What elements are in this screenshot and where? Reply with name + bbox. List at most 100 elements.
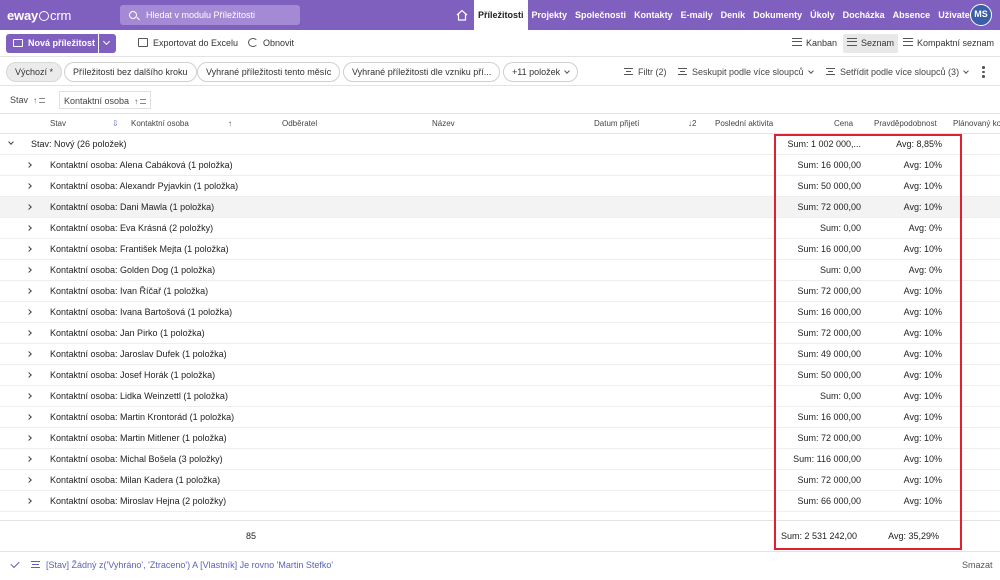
expand-chevron-icon[interactable] [26, 414, 32, 420]
list-item[interactable]: Kontaktní osoba: Dani Mawla (1 položka) … [0, 197, 1000, 218]
check-icon[interactable] [10, 558, 20, 569]
nav-projekty[interactable]: Projekty [528, 0, 572, 30]
column-header-posledni-aktivita[interactable]: Poslední aktivita [715, 114, 773, 134]
view-list-button[interactable]: Seznam [843, 34, 899, 53]
main-nav: Příležitosti Projekty Společnosti Kontak… [474, 0, 981, 30]
view-kanban-button[interactable]: Kanban [788, 34, 841, 53]
nav-dokumenty[interactable]: Dokumenty [749, 0, 806, 30]
filter-chip-no-next-step[interactable]: Příležitosti bez dalšího kroku [64, 62, 197, 82]
filter-chip-more-label: +11 položek [512, 67, 561, 77]
export-excel-button[interactable]: Exportovat do Excelu [138, 34, 238, 53]
list-item[interactable]: Kontaktní osoba: Michal Bošela (3 položk… [0, 449, 1000, 470]
group-by-button[interactable]: Seskupit podle více sloupců [678, 62, 814, 82]
list-item[interactable]: Kontaktní osoba: Lidka Weinzettl (1 polo… [0, 386, 1000, 407]
expand-chevron-icon[interactable] [26, 435, 32, 441]
compact-list-icon [903, 38, 913, 46]
expand-chevron-icon[interactable] [26, 204, 32, 210]
subgroup-avg: Avg: 10% [903, 181, 942, 191]
app-logo[interactable]: eway crm [7, 8, 71, 23]
expand-chevron-icon[interactable] [26, 477, 32, 483]
subgroup-label: Kontaktní osoba: Lidka Weinzettl (1 polo… [50, 391, 228, 401]
subgroup-sum: Sum: 116 000,00 [793, 454, 861, 464]
list-item[interactable]: Kontaktní osoba: Alena Cabáková (1 polož… [0, 155, 1000, 176]
filter-chip-won-by-origin[interactable]: Vyhrané příležitosti dle vzniku pří... [343, 62, 501, 82]
expand-chevron-icon[interactable] [26, 162, 32, 168]
list-item[interactable]: Kontaktní osoba: Jaroslav Dufek (1 polož… [0, 344, 1000, 365]
column-header-cena[interactable]: Cena [834, 114, 853, 134]
home-icon[interactable] [455, 8, 469, 22]
more-options-icon[interactable] [982, 66, 985, 78]
clear-filter-button[interactable]: Smazat [962, 552, 993, 580]
column-header-pravdepodobnost[interactable]: Pravděpodobnost [874, 114, 937, 134]
subgroup-avg: Avg: 10% [903, 496, 942, 506]
expand-chevron-icon[interactable] [26, 288, 32, 294]
new-opportunity-dropdown[interactable] [99, 34, 116, 53]
expand-chevron-icon[interactable] [26, 330, 32, 336]
nav-dochazka[interactable]: Docházka [839, 0, 889, 30]
nav-kontakty[interactable]: Kontakty [630, 0, 677, 30]
expand-chevron-icon[interactable] [26, 309, 32, 315]
sort-by-button[interactable]: Setřídit podle více sloupců (3) [826, 62, 969, 82]
column-header-nazev[interactable]: Název [432, 114, 455, 134]
expand-chevron-icon[interactable] [26, 225, 32, 231]
nav-ukoly[interactable]: Úkoly [806, 0, 839, 30]
subgroup-sum: Sum: 16 000,00 [797, 160, 861, 170]
list-item[interactable]: Kontaktní osoba: Martin Krontorád (1 pol… [0, 407, 1000, 428]
subgroup-label: Kontaktní osoba: Dani Mawla (1 položka) [50, 202, 215, 212]
list-icon [847, 38, 857, 46]
list-item[interactable]: Kontaktní osoba: Miroslav Hejna (2 polož… [0, 491, 1000, 512]
column-header-planovany[interactable]: Plánovaný kon [953, 114, 1000, 134]
subgroup-label: Kontaktní osoba: Alexandr Pyjavkin (1 po… [50, 181, 239, 191]
list-item[interactable]: Kontaktní osoba: Milan Kadera (1 položka… [0, 470, 1000, 491]
collapse-chevron-icon[interactable] [8, 139, 14, 145]
expand-chevron-icon[interactable] [26, 351, 32, 357]
group-header-row[interactable]: Stav: Nový (26 položek) Sum: 1 002 000,.… [0, 134, 1000, 155]
search-icon [129, 11, 137, 19]
group-chip-kontaktni-osoba[interactable]: Kontaktní osoba ↑ [59, 91, 152, 109]
subgroup-label: Kontaktní osoba: Miroslav Hejna (2 polož… [50, 496, 227, 506]
list-item[interactable]: Kontaktní osoba: Alexandr Pyjavkin (1 po… [0, 176, 1000, 197]
subgroup-label: Kontaktní osoba: Alena Cabáková (1 polož… [50, 160, 233, 170]
list-item[interactable]: Kontaktní osoba: Ivan Říčař (1 položka) … [0, 281, 1000, 302]
expand-chevron-icon[interactable] [26, 456, 32, 462]
totals-footer: 85 Sum: 2 531 242,00 Avg: 35,29% [0, 520, 1000, 550]
nav-prilezitosti[interactable]: Příležitosti [474, 0, 528, 30]
column-header-odberatel[interactable]: Odběratel [282, 114, 317, 134]
sort-label: Setřídit podle více sloupců (3) [840, 67, 960, 77]
nav-spolecnosti[interactable]: Společnosti [571, 0, 630, 30]
expand-chevron-icon[interactable] [26, 498, 32, 504]
list-item[interactable]: Kontaktní osoba: Eva Krásná (2 položky) … [0, 218, 1000, 239]
active-filter-text[interactable]: [Stav] Žádný z('Vyhráno', 'Ztraceno') A … [46, 552, 333, 580]
list-item[interactable]: Kontaktní osoba: Golden Dog (1 položka) … [0, 260, 1000, 281]
filter-chip-default[interactable]: Výchozí * [6, 62, 63, 82]
nav-absence[interactable]: Absence [889, 0, 935, 30]
expand-chevron-icon[interactable] [26, 393, 32, 399]
column-header-kontaktni-osoba[interactable]: Kontaktní osoba [131, 114, 189, 134]
filter-button[interactable]: Filtr (2) [624, 62, 667, 82]
list-item[interactable]: Kontaktní osoba: Martin Mitlener (1 polo… [0, 428, 1000, 449]
column-header-stav[interactable]: Stav [50, 114, 66, 134]
sort-icon [826, 68, 835, 75]
expand-chevron-icon[interactable] [26, 372, 32, 378]
expand-chevron-icon[interactable] [26, 246, 32, 252]
list-item[interactable]: Kontaktní osoba: Ivana Bartošová (1 polo… [0, 302, 1000, 323]
column-header-datum-prijeti[interactable]: Datum přijetí [594, 114, 639, 134]
refresh-button[interactable]: Obnovit [248, 34, 294, 53]
expand-chevron-icon[interactable] [26, 267, 32, 273]
avatar[interactable]: MS [970, 4, 992, 26]
group-chip-stav[interactable]: Stav ↑ [10, 91, 46, 109]
subgroup-avg: Avg: 10% [903, 391, 942, 401]
new-opportunity-button[interactable]: Nová příležitost [6, 34, 98, 53]
total-count: 85 [246, 531, 257, 541]
search-placeholder: Hledat v modulu Příležitosti [146, 10, 256, 20]
expand-chevron-icon[interactable] [26, 183, 32, 189]
list-item[interactable]: Kontaktní osoba: Josef Horák (1 položka)… [0, 365, 1000, 386]
filter-chip-won-this-month[interactable]: Vyhrané příležitosti tento měsíc [197, 62, 341, 82]
list-item[interactable]: Kontaktní osoba: Jan Pirko (1 položka) S… [0, 323, 1000, 344]
nav-denik[interactable]: Deník [717, 0, 750, 30]
nav-emaily[interactable]: E-maily [677, 0, 717, 30]
list-item[interactable]: Kontaktní osoba: František Mejta (1 polo… [0, 239, 1000, 260]
filter-chip-more[interactable]: +11 položek [503, 62, 579, 82]
search-input[interactable]: Hledat v modulu Příležitosti [120, 5, 300, 25]
view-compact-list-button[interactable]: Kompaktní seznam [899, 34, 998, 53]
